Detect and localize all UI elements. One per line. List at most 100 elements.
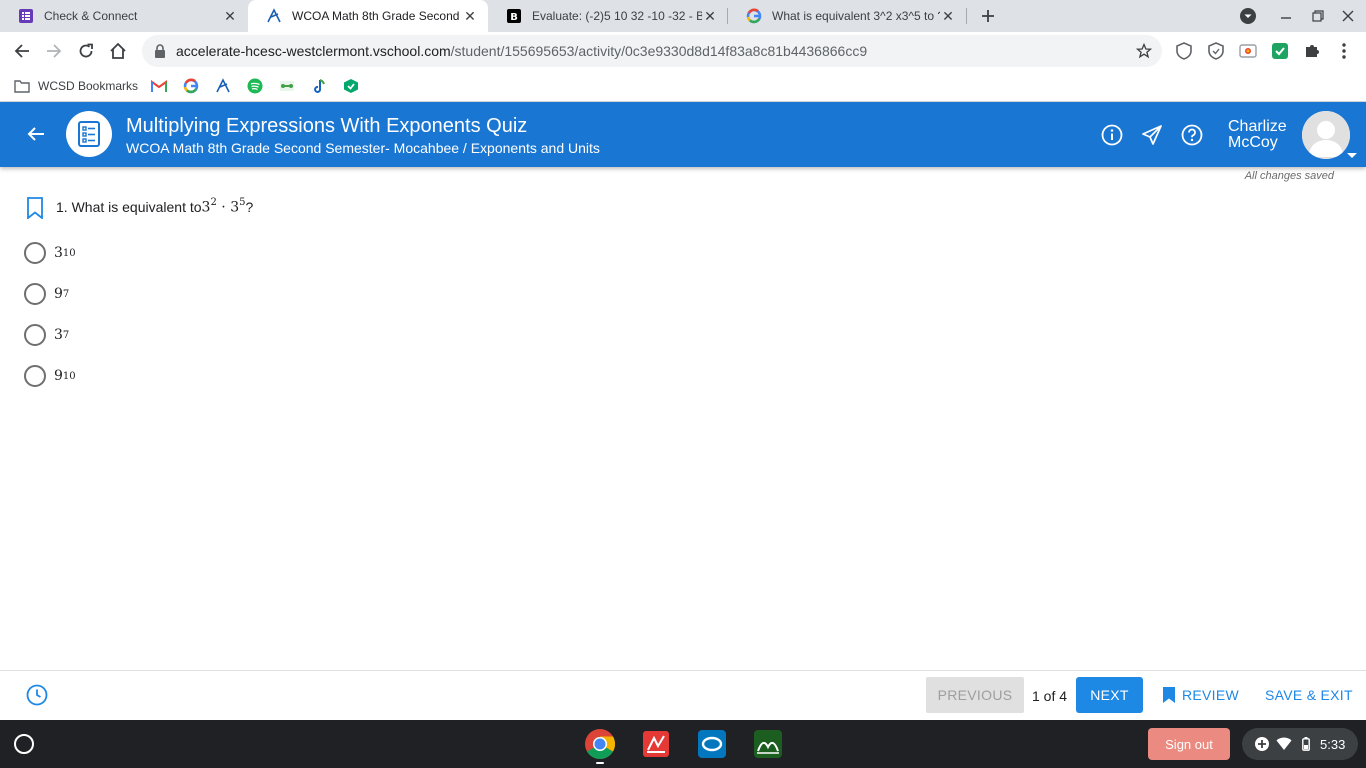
math-exponent: 7 [62, 289, 70, 300]
shield-icon[interactable] [1175, 42, 1193, 60]
wifi-icon [1276, 736, 1292, 752]
plus-circle-icon [1254, 736, 1270, 752]
accelerate-icon [266, 8, 282, 24]
extension-green-icon[interactable] [1271, 42, 1289, 60]
tab-separator [966, 8, 967, 24]
math-base: 3 [54, 327, 63, 343]
cast-icon[interactable] [1239, 42, 1257, 60]
bookmark-app-icon[interactable] [278, 77, 296, 95]
math-base: 3 [54, 245, 63, 261]
answer-option-3[interactable]: 37 [24, 323, 69, 347]
option-label: 97 [54, 286, 69, 302]
list-icon [18, 8, 34, 24]
url-path: /student/155695653/activity/0c3e9330d8d1… [450, 43, 868, 59]
previous-button[interactable]: PREVIOUS [926, 677, 1024, 713]
tab-search-button[interactable] [1238, 6, 1258, 26]
tab-wcoa-math[interactable]: WCOA Math 8th Grade Second S ✕ [248, 0, 488, 32]
reload-button[interactable] [74, 39, 98, 63]
new-tab-button[interactable] [976, 4, 1000, 28]
chrome-icon[interactable] [584, 728, 616, 760]
radio-button[interactable] [24, 365, 46, 387]
save-exit-button[interactable]: SAVE & EXIT [1265, 677, 1353, 713]
tab-google[interactable]: What is equivalent 3^2 x3^5 to ? ✕ [728, 0, 966, 32]
menu-kebab-icon[interactable] [1335, 42, 1353, 60]
send-icon[interactable] [1141, 124, 1163, 146]
sign-out-button[interactable]: Sign out [1148, 728, 1230, 760]
math-base: 9 [54, 368, 63, 384]
review-button[interactable]: REVIEW [1162, 677, 1239, 713]
bookmark-question-icon[interactable] [26, 197, 44, 220]
help-icon[interactable] [1181, 124, 1203, 146]
tab-title: What is equivalent 3^2 x3^5 to ? [772, 9, 940, 23]
tab-title: Check & Connect [44, 9, 138, 23]
forward-button[interactable] [42, 39, 66, 63]
math-exponent: 2 [210, 197, 217, 208]
answer-option-1[interactable]: 3 10 [24, 241, 76, 265]
quiz-footer: PREVIOUS 1 of 4 NEXT REVIEW SAVE & EXIT [0, 670, 1366, 720]
page-count: 1 of 4 [1032, 688, 1068, 704]
tab-title: WCOA Math 8th Grade Second S [292, 9, 462, 23]
close-icon[interactable]: ✕ [702, 8, 718, 24]
spotify-icon[interactable] [246, 77, 264, 95]
math-base: 9 [54, 286, 63, 302]
radio-button[interactable] [24, 242, 46, 264]
clock-time: 5:33 [1320, 736, 1346, 752]
bookmarks-bar: WCSD Bookmarks [0, 70, 1366, 102]
tab-brainly[interactable]: B Evaluate: (-2)5 10 32 -10 -32 - Br ✕ [488, 0, 728, 32]
google-icon[interactable] [182, 77, 200, 95]
shield-check-icon[interactable] [1207, 42, 1225, 60]
close-window-button[interactable] [1338, 6, 1358, 26]
review-label: REVIEW [1182, 687, 1240, 703]
url-host: accelerate-hcesc-westclermont.vschool.co… [176, 43, 451, 59]
restore-button[interactable] [1308, 6, 1328, 26]
user-last-name: McCoy [1228, 134, 1278, 151]
user-name[interactable]: Charlize McCoy [1228, 119, 1287, 151]
back-arrow-icon[interactable] [24, 122, 48, 146]
brainly-icon: B [506, 8, 522, 24]
avatar[interactable] [1302, 111, 1350, 159]
radio-button[interactable] [24, 283, 46, 305]
bookmark-folder-wcsd[interactable]: WCSD Bookmarks [14, 77, 138, 95]
lock-icon [154, 43, 170, 59]
music-note-icon[interactable] [310, 77, 328, 95]
accelerate-icon[interactable] [214, 77, 232, 95]
os-shelf: Sign out 5:33 [0, 720, 1366, 768]
google-icon [746, 8, 762, 24]
radio-button[interactable] [24, 324, 46, 346]
breadcrumb[interactable]: WCOA Math 8th Grade Second Semester- Moc… [126, 140, 600, 156]
answer-option-4[interactable]: 9 10 [24, 364, 76, 388]
app-red-icon[interactable] [640, 728, 672, 760]
launcher-button[interactable] [14, 734, 34, 754]
math-exponent: 5 [239, 197, 246, 208]
question-text: 1. What is equivalent to 32 · 35 ? [56, 197, 254, 216]
back-button[interactable] [10, 39, 34, 63]
option-label: 37 [54, 327, 69, 343]
next-button[interactable]: NEXT [1076, 677, 1143, 713]
cube-icon[interactable] [342, 77, 360, 95]
address-bar[interactable]: accelerate-hcesc-westclermont.vschool.co… [142, 35, 1162, 67]
chevron-down-icon[interactable] [1347, 153, 1357, 158]
puzzle-icon[interactable] [1303, 42, 1321, 60]
question-prefix: 1. What is equivalent to [56, 198, 202, 215]
app-green-icon[interactable] [752, 728, 784, 760]
browser-tab-strip: Check & Connect ✕ WCOA Math 8th Grade Se… [0, 0, 1366, 32]
clock-icon[interactable] [26, 684, 48, 706]
minimize-button[interactable] [1276, 6, 1296, 26]
gmail-icon[interactable] [150, 77, 168, 95]
math-exponent: 10 [62, 248, 76, 259]
info-icon[interactable] [1101, 124, 1123, 146]
tab-check-connect[interactable]: Check & Connect ✕ [0, 0, 248, 32]
close-icon[interactable]: ✕ [222, 8, 238, 24]
star-icon[interactable] [1135, 42, 1153, 59]
system-tray[interactable]: 5:33 [1242, 728, 1358, 760]
close-icon[interactable]: ✕ [462, 8, 478, 24]
close-icon[interactable]: ✕ [940, 8, 956, 24]
app-blue-icon[interactable] [696, 728, 728, 760]
answer-option-2[interactable]: 97 [24, 282, 69, 306]
home-button[interactable] [106, 39, 130, 63]
math-exponent: 10 [62, 371, 76, 382]
question-suffix: ? [245, 198, 254, 215]
option-label: 9 10 [54, 368, 76, 384]
quiz-header: Multiplying Expressions With Exponents Q… [0, 102, 1366, 167]
save-status: All changes saved [1244, 170, 1334, 182]
